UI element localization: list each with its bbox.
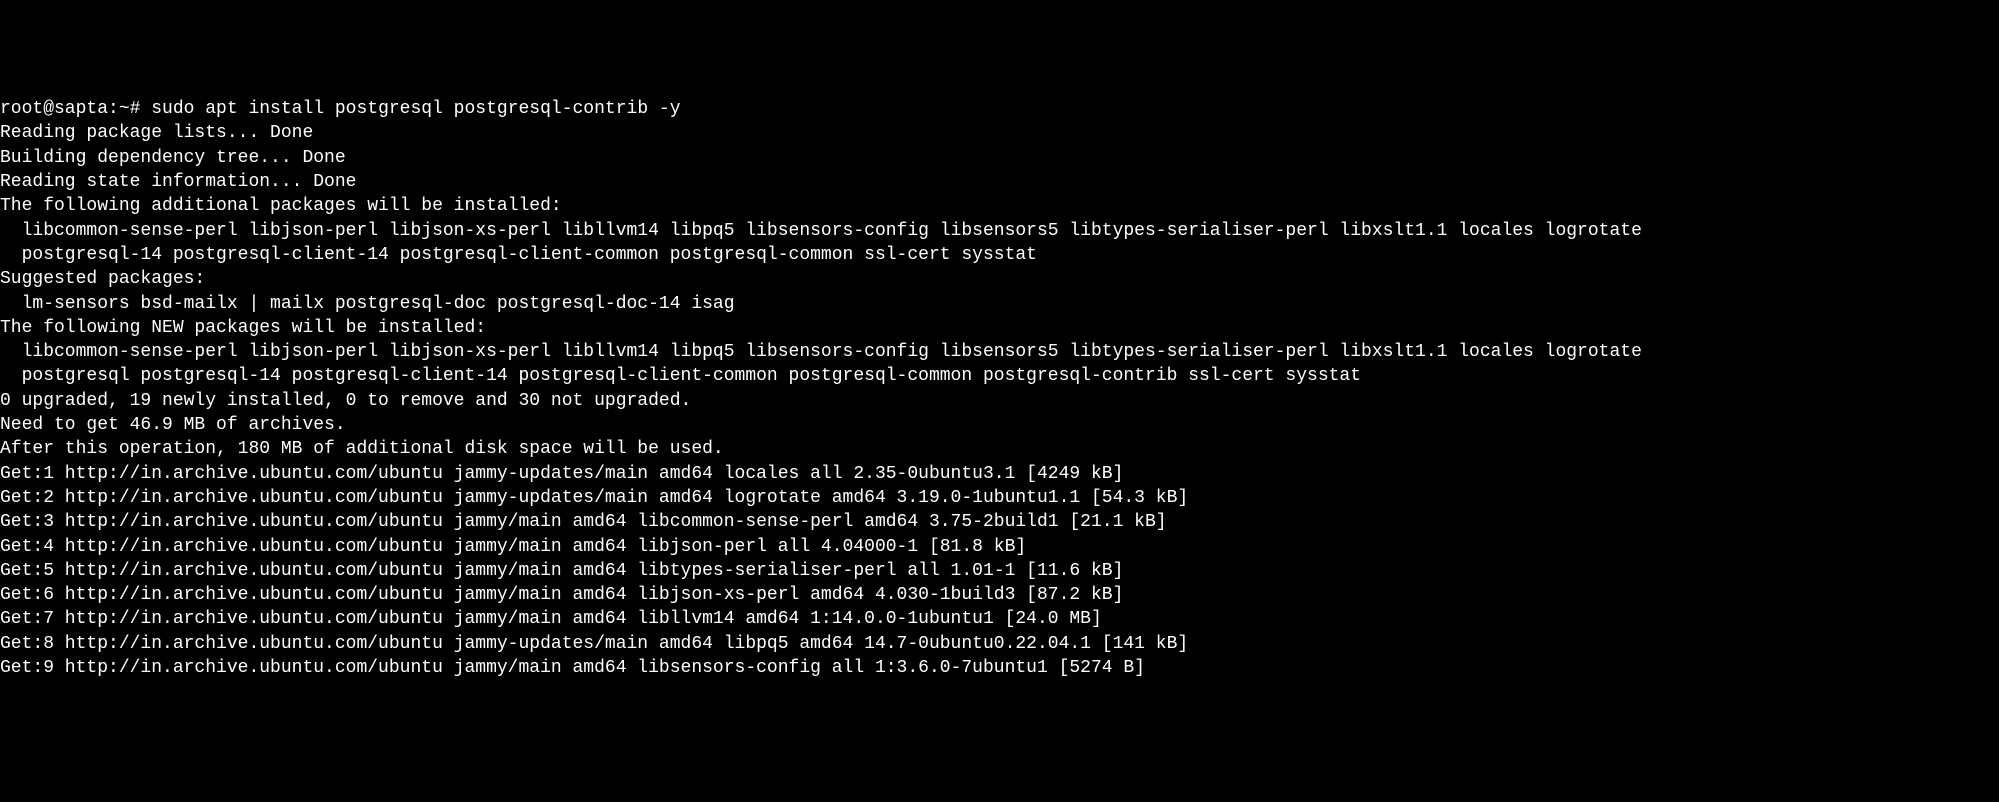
output-line: Need to get 46.9 MB of archives. xyxy=(0,415,346,435)
output-line: postgresql-14 postgresql-client-14 postg… xyxy=(0,245,1037,265)
shell-prompt: root@sapta:~# xyxy=(0,99,151,119)
output-line: Building dependency tree... Done xyxy=(0,148,346,168)
command-text: sudo apt install postgresql postgresql-c… xyxy=(151,99,680,119)
terminal-output[interactable]: root@sapta:~# sudo apt install postgresq… xyxy=(0,97,1999,680)
output-line: Get:4 http://in.archive.ubuntu.com/ubunt… xyxy=(0,537,1026,557)
output-line: After this operation, 180 MB of addition… xyxy=(0,439,724,459)
output-line: Get:3 http://in.archive.ubuntu.com/ubunt… xyxy=(0,512,1167,532)
output-line: Suggested packages: xyxy=(0,269,205,289)
output-line: Get:2 http://in.archive.ubuntu.com/ubunt… xyxy=(0,488,1188,508)
output-line: Reading state information... Done xyxy=(0,172,356,192)
output-line: Get:5 http://in.archive.ubuntu.com/ubunt… xyxy=(0,561,1123,581)
output-line: Get:8 http://in.archive.ubuntu.com/ubunt… xyxy=(0,634,1188,654)
output-line: The following additional packages will b… xyxy=(0,196,562,216)
output-line: Get:9 http://in.archive.ubuntu.com/ubunt… xyxy=(0,658,1145,678)
output-line: Get:6 http://in.archive.ubuntu.com/ubunt… xyxy=(0,585,1123,605)
output-line: Reading package lists... Done xyxy=(0,123,313,143)
output-line: libcommon-sense-perl libjson-perl libjso… xyxy=(0,342,1642,362)
output-line: libcommon-sense-perl libjson-perl libjso… xyxy=(0,221,1642,241)
output-line: lm-sensors bsd-mailx | mailx postgresql-… xyxy=(0,294,735,314)
output-line: postgresql postgresql-14 postgresql-clie… xyxy=(0,366,1361,386)
output-line: The following NEW packages will be insta… xyxy=(0,318,486,338)
command-line: root@sapta:~# sudo apt install postgresq… xyxy=(0,99,681,119)
output-line: 0 upgraded, 19 newly installed, 0 to rem… xyxy=(0,391,691,411)
output-line: Get:1 http://in.archive.ubuntu.com/ubunt… xyxy=(0,464,1123,484)
output-line: Get:7 http://in.archive.ubuntu.com/ubunt… xyxy=(0,609,1102,629)
